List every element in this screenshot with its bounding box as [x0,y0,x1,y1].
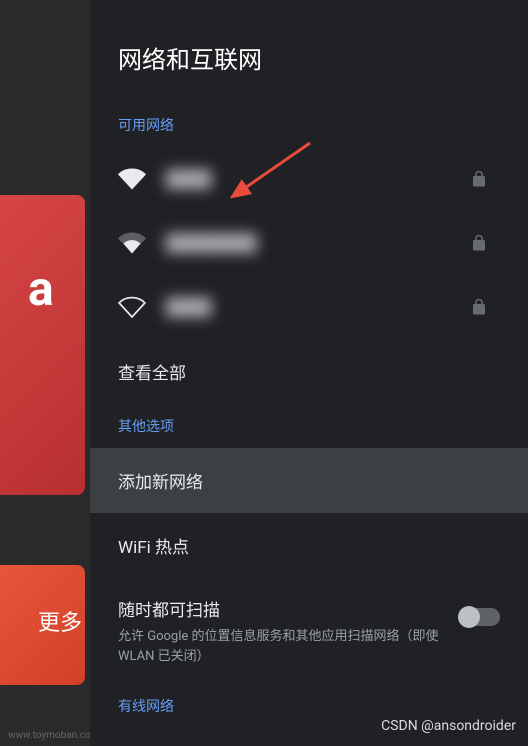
lock-icon [470,298,488,316]
view-all-button[interactable]: 查看全部 [90,339,528,404]
page-title: 网络和互联网 [90,0,528,103]
scan-subtitle: 允许 Google 的位置信息服务和其他应用扫描网络（即使 WLAN 已关闭） [118,627,444,666]
background-more-text: 更多 [38,605,82,637]
scan-title: 随时都可扫描 [118,596,444,621]
lock-icon [470,170,488,188]
network-name: ████ [166,169,450,189]
wifi-signal-icon [118,165,146,193]
wifi-hotspot-button[interactable]: WiFi 热点 [90,513,528,578]
wifi-signal-icon [118,229,146,257]
scan-text-block: 随时都可扫描 允许 Google 的位置信息服务和其他应用扫描网络（即使 WLA… [118,596,444,666]
lock-icon [470,234,488,252]
wifi-signal-icon [118,293,146,321]
background-card-amazon [0,195,85,495]
network-name: ████ [166,297,450,317]
add-network-button[interactable]: 添加新网络 [90,448,528,513]
network-name: ████████ [166,233,450,253]
network-item-0[interactable]: ████ [90,147,528,211]
network-item-2[interactable]: ████ [90,275,528,339]
section-other-options: 其他选项 [90,404,528,448]
watermark: CSDN @ansondroider [381,718,516,734]
toggle-thumb [458,606,480,628]
settings-panel: 网络和互联网 可用网络 ████ ████████ ████ 查看全部 其他选项… [90,0,528,746]
scan-always-item[interactable]: 随时都可扫描 允许 Google 的位置信息服务和其他应用扫描网络（即使 WLA… [90,578,528,684]
network-item-1[interactable]: ████████ [90,211,528,275]
section-available-networks: 可用网络 [90,103,528,147]
scan-toggle[interactable] [460,608,500,626]
background-letter: a [28,260,54,317]
